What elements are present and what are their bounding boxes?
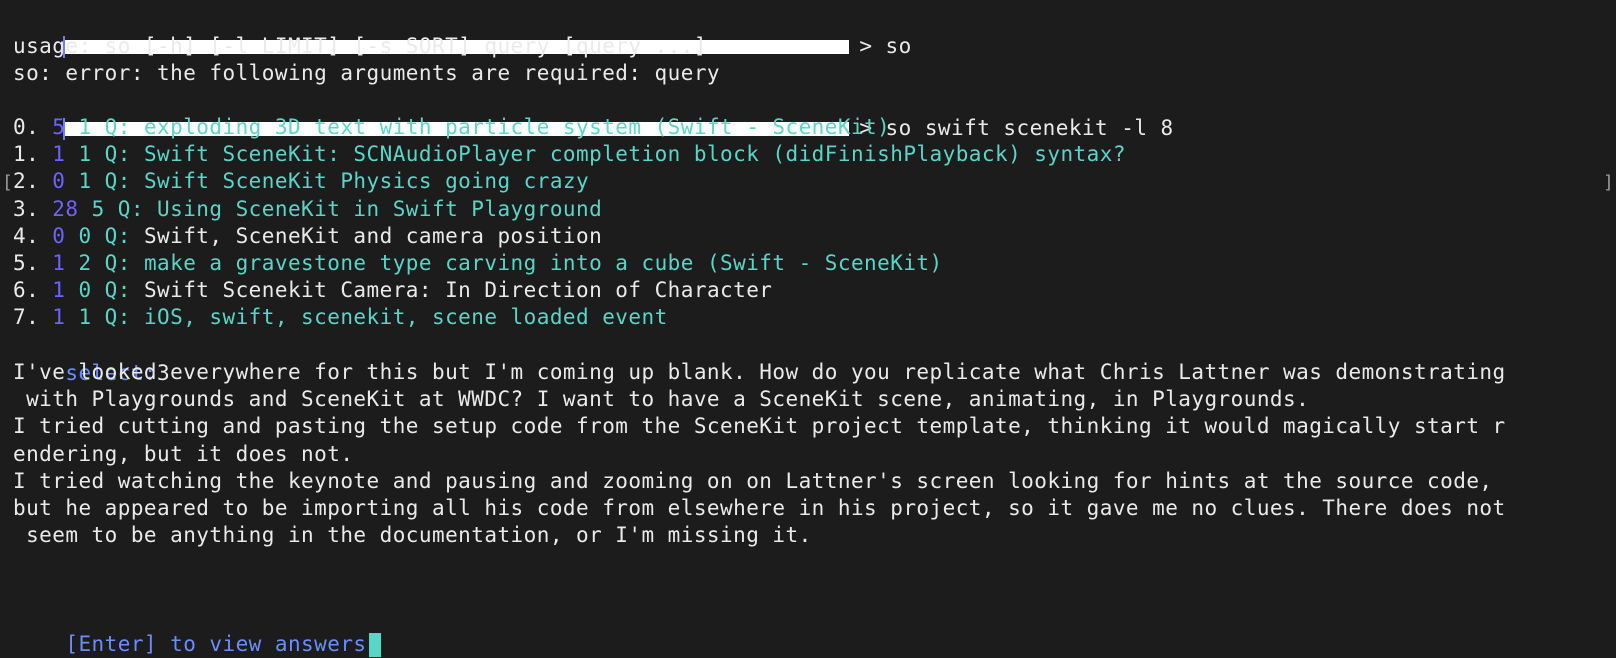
result-type: Q:	[104, 305, 131, 330]
result-votes: 1	[52, 305, 66, 330]
result-index: 4.	[13, 223, 40, 248]
result-item[interactable]: 6. 1 0 Q: Swift Scenekit Camera: In Dire…	[13, 276, 772, 304]
prompt-line-2: > so swift scenekit -l 8	[13, 86, 1174, 140]
result-index: 0.	[13, 115, 40, 139]
result-answers: 2	[78, 251, 92, 275]
result-votes: 1	[52, 251, 66, 275]
result-type: Q:	[104, 169, 131, 194]
result-type: Q:	[117, 196, 144, 221]
footer-hint[interactable]: [Enter] to view answers	[13, 602, 381, 657]
result-item[interactable]: 3. 28 5 Q: Using SceneKit in Swift Playg…	[13, 195, 602, 223]
result-title: iOS, swift, scenekit, scene loaded event	[143, 305, 668, 330]
result-type: Q:	[104, 142, 131, 167]
result-index: 3.	[13, 196, 40, 221]
question-body-line: I've looked everywhere for this but I'm …	[13, 360, 1506, 384]
result-index: 7.	[13, 305, 40, 330]
question-body-line: I tried watching the keynote and pausing…	[13, 468, 1493, 493]
right-scroll-bracket: ]	[1603, 172, 1614, 193]
result-answers: 1	[78, 305, 92, 330]
result-type: Q:	[104, 251, 131, 275]
usage-line: usage: so [-h] [-l LIMIT] [-s SORT] quer…	[13, 34, 707, 58]
question-body-line: with Playgrounds and SceneKit at WWDC? I…	[13, 387, 1310, 412]
result-title: Swift Scenekit Camera: In Direction of C…	[143, 278, 773, 303]
result-index: 5.	[13, 251, 40, 275]
question-body-line: I tried cutting and pasting the setup co…	[13, 414, 1506, 439]
error-line: so: error: the following arguments are r…	[13, 61, 721, 85]
result-answers: 0	[78, 223, 92, 248]
result-item[interactable]: 7. 1 1 Q: iOS, swift, scenekit, scene lo…	[13, 303, 668, 331]
result-answers: 0	[78, 278, 92, 303]
prompt-line-1: > so	[13, 4, 912, 58]
result-title: Swift SceneKit Physics going crazy	[143, 169, 590, 194]
result-index: 6.	[13, 278, 40, 303]
result-item[interactable]: 4. 0 0 Q: Swift, SceneKit and camera pos…	[13, 222, 602, 250]
question-body-line: seem to be anything in the documentation…	[13, 523, 812, 548]
result-answers: 5	[91, 196, 105, 221]
result-title: make a gravestone type carving into a cu…	[143, 251, 943, 275]
result-answers: 1	[78, 169, 92, 194]
result-type: Q:	[104, 278, 131, 303]
left-scroll-bracket: [	[2, 172, 13, 193]
select-prompt[interactable]: select:3	[13, 331, 170, 385]
command-text: > so swift scenekit -l 8	[859, 116, 1174, 140]
result-title: exploding 3D text with particle system (…	[143, 115, 891, 139]
result-votes: 1	[52, 142, 66, 167]
result-votes: 0	[52, 223, 66, 248]
question-body-line: endering, but it does not.	[13, 441, 354, 466]
command-text: > so	[859, 34, 912, 58]
result-title: Swift, SceneKit and camera position	[143, 223, 603, 248]
result-votes: 1	[52, 278, 66, 303]
question-body-line: but he appeared to be importing all his …	[13, 496, 1506, 520]
result-title: Using SceneKit in Swift Playground	[157, 196, 603, 221]
result-answers: 1	[78, 115, 92, 139]
result-votes: 5	[52, 115, 66, 139]
result-type: Q:	[104, 223, 131, 248]
result-item[interactable]: 5. 1 2 Q: make a gravestone type carving…	[13, 249, 943, 277]
result-votes: 0	[52, 169, 66, 194]
result-item[interactable]: 0. 5 1 Q: exploding 3D text with particl…	[13, 113, 890, 141]
result-answers: 1	[78, 142, 92, 167]
result-type: Q:	[104, 115, 131, 139]
result-item[interactable]: 1. 1 1 Q: Swift SceneKit: SCNAudioPlayer…	[13, 140, 1126, 168]
result-title: Swift SceneKit: SCNAudioPlayer completio…	[143, 142, 1126, 167]
view-answers-hint: [Enter] to view answers	[65, 632, 367, 656]
result-votes: 28	[52, 196, 79, 221]
result-item[interactable]: 2. 0 1 Q: Swift SceneKit Physics going c…	[13, 167, 589, 195]
result-index: 1.	[13, 142, 40, 167]
terminal-cursor	[368, 633, 381, 657]
result-index: 2.	[13, 169, 40, 194]
terminal-window[interactable]: [ ] > so usage: so [-h] [-l LIMIT] [-s S…	[0, 0, 1616, 658]
